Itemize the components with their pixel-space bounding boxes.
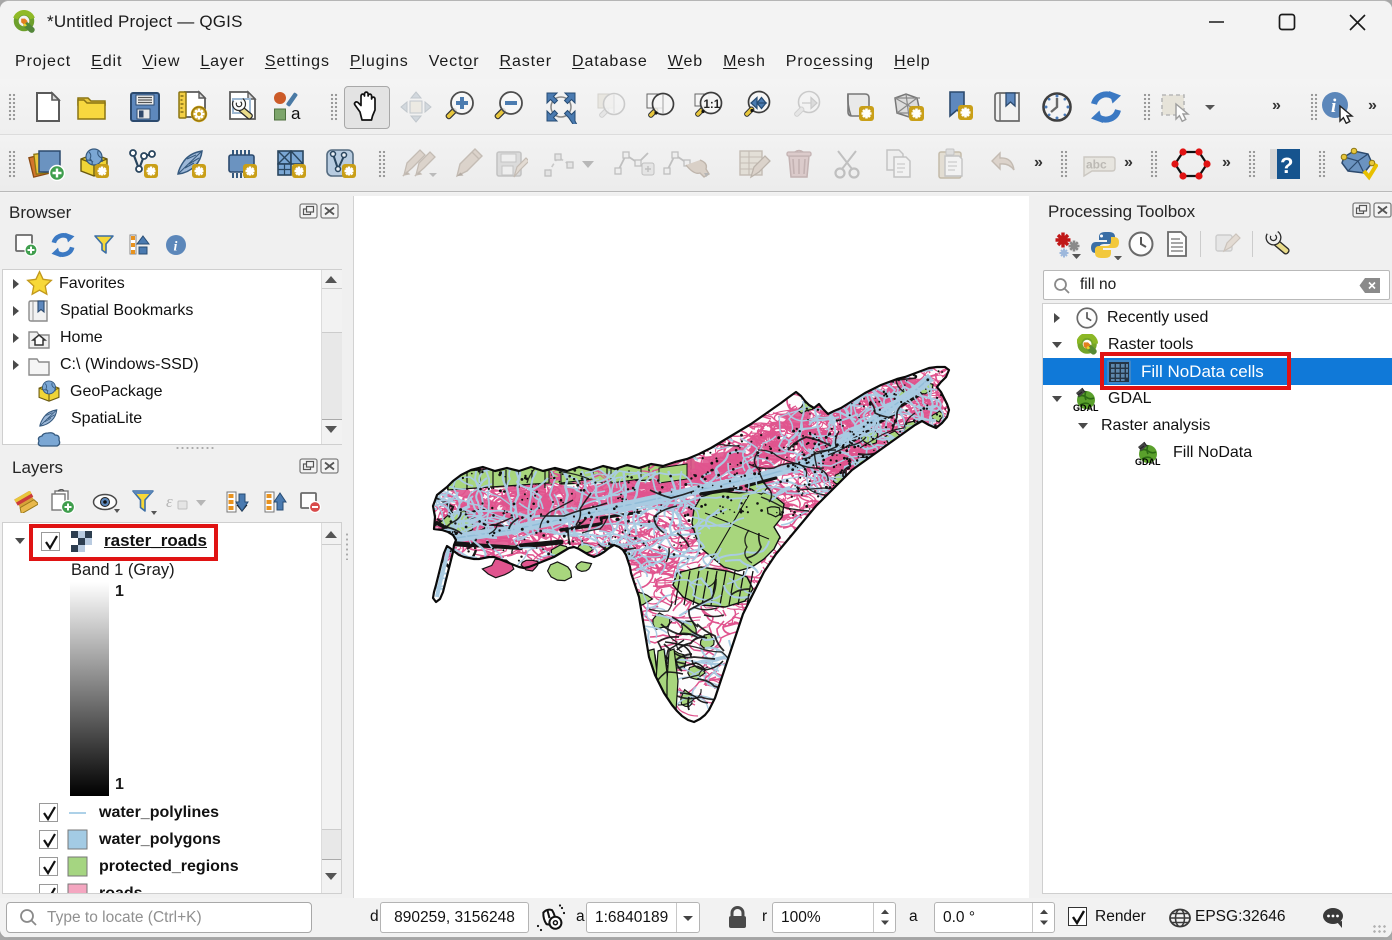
svg-text:abc: abc: [1086, 158, 1107, 172]
svg-text:GDAL: GDAL: [1073, 403, 1099, 412]
svg-text:ε: ε: [166, 492, 173, 511]
svg-text:1:1: 1:1: [704, 99, 721, 111]
svg-text:a: a: [291, 104, 301, 123]
svg-text:i: i: [174, 240, 178, 255]
svg-text:i: i: [1331, 96, 1337, 117]
svg-text:GDAL: GDAL: [1135, 457, 1161, 466]
svg-text:?: ?: [1280, 153, 1293, 178]
